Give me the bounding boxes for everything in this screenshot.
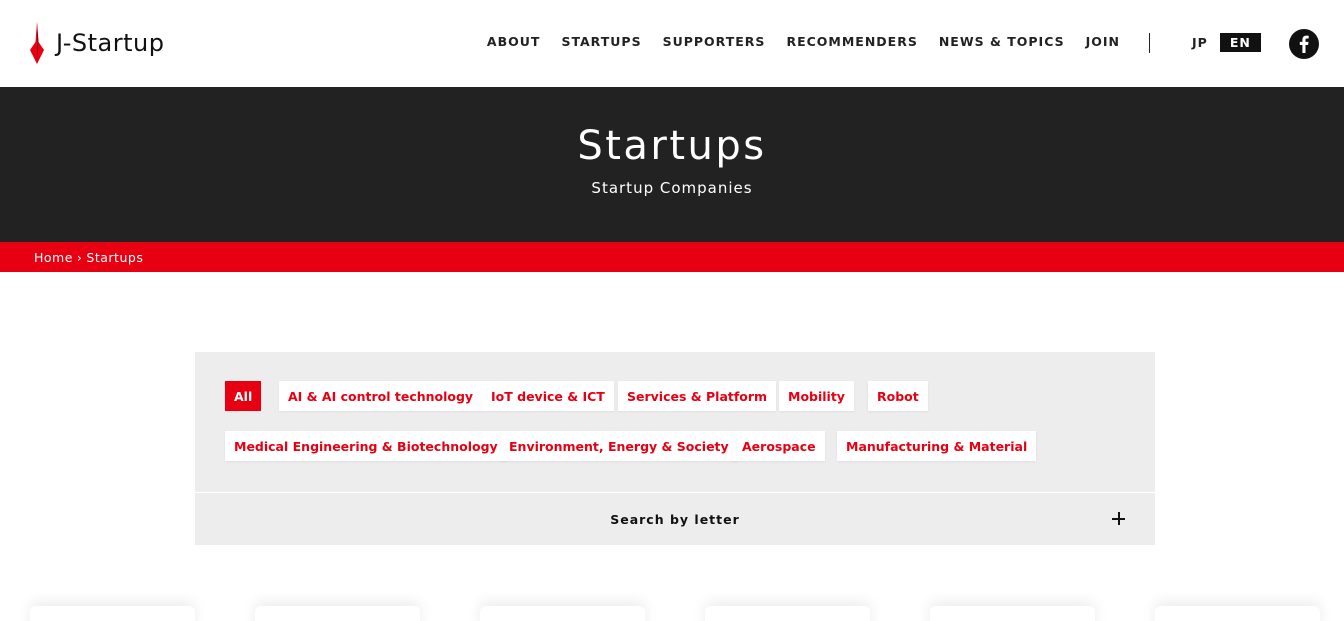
lang-jp-button[interactable]: JP xyxy=(1186,33,1214,52)
nav-item-startups[interactable]: STARTUPS xyxy=(561,34,641,50)
category-tag-robot[interactable]: Robot xyxy=(868,381,928,411)
startup-card[interactable] xyxy=(1155,606,1320,621)
category-tag-mobility[interactable]: Mobility xyxy=(779,381,854,411)
nav-item-about[interactable]: ABOUT xyxy=(487,34,541,50)
startup-card[interactable] xyxy=(255,606,420,621)
language-switcher: JP EN xyxy=(1186,33,1261,52)
nav-divider xyxy=(1149,33,1150,53)
search-by-letter-toggle[interactable]: Search by letter xyxy=(195,493,1155,545)
category-tag-all[interactable]: All xyxy=(225,381,262,411)
startup-card[interactable] xyxy=(930,606,1095,621)
page-title: Startups xyxy=(577,123,767,169)
page-subtitle: Startup Companies xyxy=(591,179,753,197)
category-tag-iot[interactable]: IoT device & ICT xyxy=(482,381,614,411)
breadcrumb-current: Startups xyxy=(86,249,144,265)
category-tag-medical[interactable]: Medical Engineering & Biotechnology xyxy=(225,431,507,461)
category-tag-manufacturing[interactable]: Manufacturing & Material xyxy=(837,431,1037,461)
site-logo[interactable]: J-Startup xyxy=(28,22,164,64)
logo-text: J-Startup xyxy=(56,29,165,57)
nav-item-news-topics[interactable]: NEWS & TOPICS xyxy=(939,34,1065,50)
logo-mark-icon xyxy=(30,22,44,64)
startup-card[interactable] xyxy=(30,606,195,621)
nav-item-supporters[interactable]: SUPPORTERS xyxy=(663,34,766,50)
lang-en-button[interactable]: EN xyxy=(1219,33,1261,52)
main-nav: ABOUT STARTUPS SUPPORTERS RECOMMENDERS N… xyxy=(466,34,1120,50)
facebook-glyph-icon xyxy=(1299,35,1309,53)
breadcrumb-home-link[interactable]: Home xyxy=(34,250,73,265)
nav-item-join[interactable]: JOIN xyxy=(1086,34,1120,50)
facebook-icon[interactable] xyxy=(1289,29,1319,59)
nav-item-recommenders[interactable]: RECOMMENDERS xyxy=(786,34,917,50)
search-by-letter-label: Search by letter xyxy=(610,511,740,527)
breadcrumb: Home › Startups xyxy=(0,242,1344,272)
hero-banner: Startups Startup Companies xyxy=(0,87,1344,242)
filter-panel: All AI & AI control technology IoT devic… xyxy=(195,352,1155,545)
category-tag-environment[interactable]: Environment, Energy & Society xyxy=(500,431,738,461)
breadcrumb-separator-icon: › xyxy=(76,249,83,265)
plus-icon[interactable] xyxy=(1112,512,1125,525)
category-tag-ai[interactable]: AI & AI control technology xyxy=(279,381,483,411)
site-header: J-Startup ABOUT STARTUPS SUPPORTERS RECO… xyxy=(0,0,1344,87)
category-tag-services[interactable]: Services & Platform xyxy=(618,381,777,411)
startup-card[interactable] xyxy=(705,606,870,621)
category-tag-aerospace[interactable]: Aerospace xyxy=(733,431,825,461)
startup-card[interactable] xyxy=(480,606,645,621)
